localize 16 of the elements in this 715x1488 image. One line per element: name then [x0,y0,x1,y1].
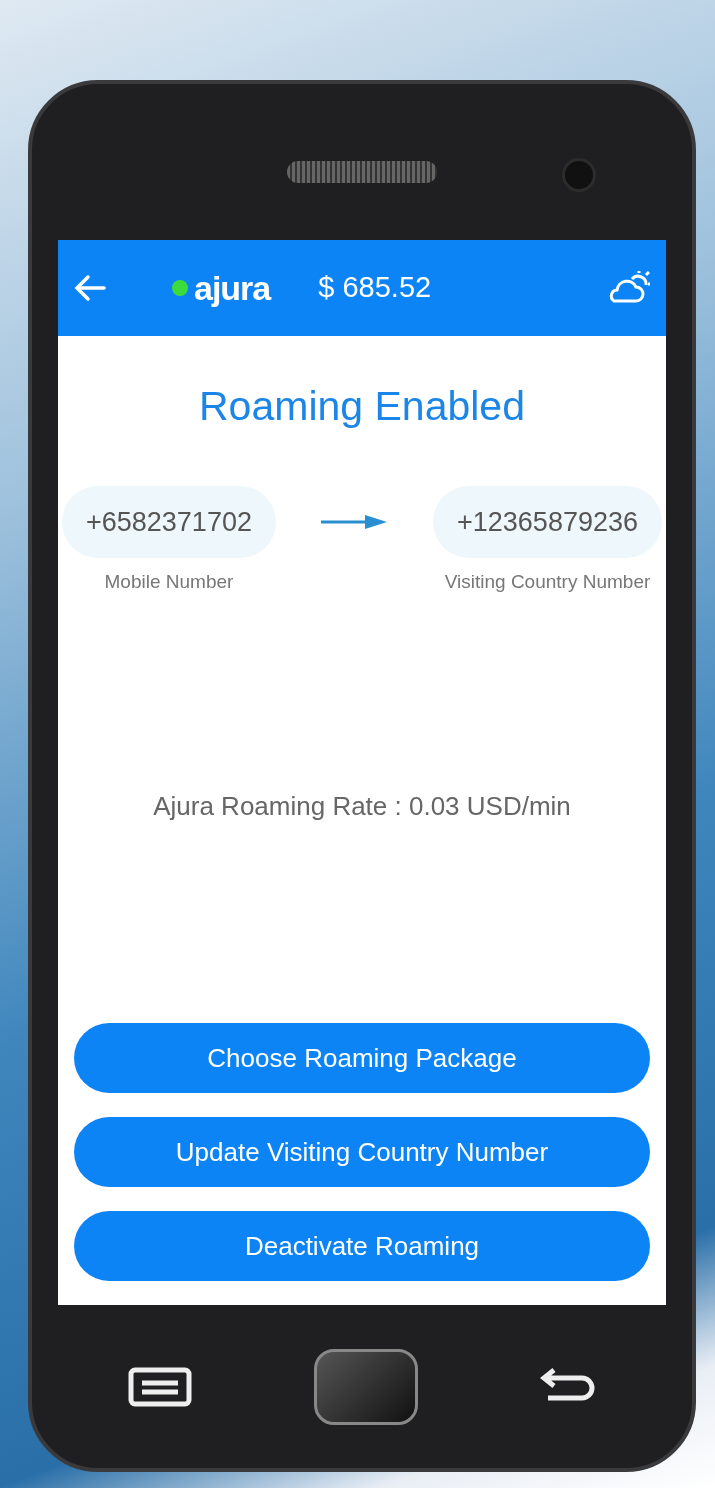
phone-number: +12365879236 [433,485,662,558]
action-button[interactable]: Choose Roaming Package [74,1023,650,1093]
brand-logo: ajura [194,267,271,309]
number-label: Mobile Number [104,570,234,594]
camera-lens [562,158,596,192]
action-button[interactable]: Update Visiting Country Number [74,1117,650,1187]
menu-icon[interactable] [128,1366,192,1407]
balance-amount: $ 685.52 [318,270,432,306]
roaming-rate: Ajura Roaming Rate : 0.03 USD/min [152,789,572,823]
back-arrow-icon[interactable] [74,274,106,302]
action-button[interactable]: Deactivate Roaming [74,1211,650,1281]
arrow-icon [321,513,388,530]
home-button[interactable] [314,1348,418,1425]
page-title: Roaming Enabled [198,382,526,431]
number-label: Visiting Country Number [444,570,651,594]
phone-number: +6582371702 [62,485,276,558]
